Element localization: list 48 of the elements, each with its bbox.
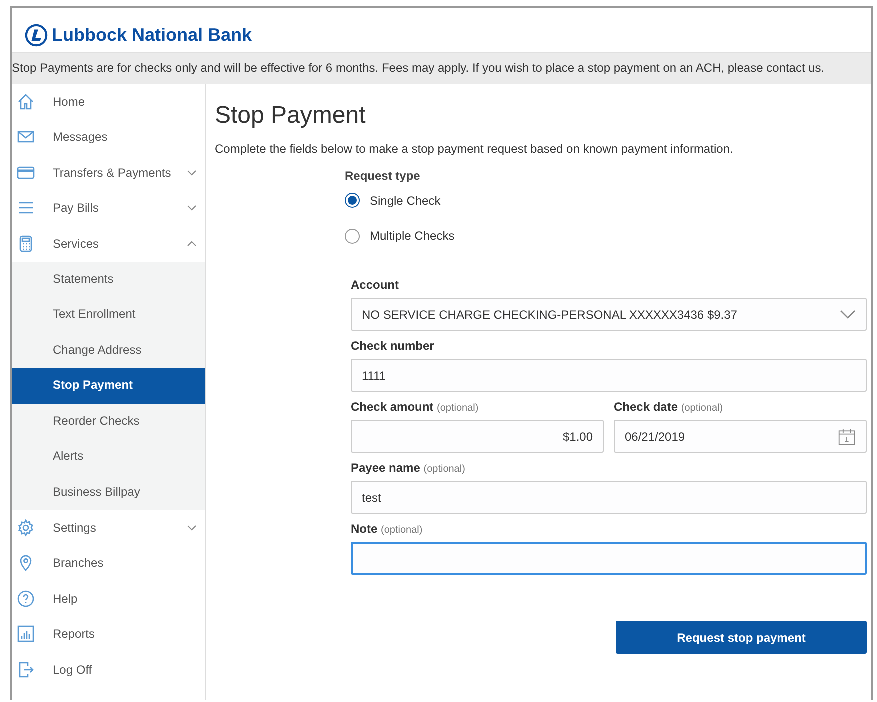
radio-button[interactable] [345,228,360,244]
bank-name: Lubbock National Bank [52,24,252,46]
sidebar-item[interactable]: Reports [12,616,205,652]
account-dropdown[interactable]: NO SERVICE CHARGE CHECKING-PERSONAL XXXXXX3436 $9.37 [351,298,867,331]
input-field[interactable]: test [351,481,867,514]
field-label: Note (optional) [351,522,424,536]
input-field[interactable] [351,542,867,575]
submenu-item[interactable]: Reorder Checks [12,404,205,439]
sidebar-item[interactable]: Branches [12,546,205,581]
settings-icon [17,518,35,537]
sidebar-item[interactable]: Services [12,226,205,262]
sidebar-item[interactable]: Messages [12,120,205,155]
submenu-item[interactable]: Business Billpay [12,474,205,510]
help-icon [17,590,35,608]
input-field[interactable]: 1111 [351,359,867,392]
submenu-item[interactable]: Change Address [12,332,205,368]
submenu-item[interactable]: Text Enrollment [12,297,205,332]
submenu-item[interactable]: Alerts [12,439,205,474]
input-field[interactable]: $1.00 [351,420,604,453]
sidebar-item[interactable]: Transfers & Payments [12,155,205,190]
field-label: Request type [345,169,422,183]
field-label: Account [351,278,400,292]
intro-text: Complete the fields below to make a stop payment request based on known payment information. [215,142,734,156]
exit-icon [17,660,35,679]
input-field[interactable]: 06/21/2019 [614,420,867,453]
submenu-item[interactable]: Stop Payment [12,368,205,404]
bar-chart-icon [17,625,35,644]
logo-icon [25,24,48,46]
sidebar-item[interactable]: Pay Bills [12,190,205,226]
sidebar-item[interactable]: Settings [12,510,205,546]
calendar-icon[interactable] [838,428,856,446]
field-label: Check date (optional) [614,400,724,414]
chevron-down-icon [840,310,856,319]
notice-banner: Stop Payments are for checks only and will be effective for 6 months. Fees may apply. If you wish to place a stop payment on an ACH, please contact us. [12,53,871,84]
field-label: Check amount (optional) [351,400,480,414]
home-icon [17,92,35,111]
sidebar-item[interactable]: Help [12,581,205,616]
sidebar-item[interactable]: Home [12,84,205,120]
radio-button[interactable] [345,193,360,208]
radio-label[interactable]: Multiple Checks [370,229,455,244]
page-title: Stop Payment [215,102,367,130]
radio-label[interactable]: Single Check [370,194,441,208]
request-stop-payment-button[interactable]: Request stop payment [616,621,867,654]
submenu-item[interactable]: Statements [12,262,205,297]
field-label: Check number [351,339,436,353]
sidebar-item[interactable]: Log Off [12,652,205,688]
field-label: Payee name (optional) [351,461,466,475]
calculator-icon [17,234,35,253]
